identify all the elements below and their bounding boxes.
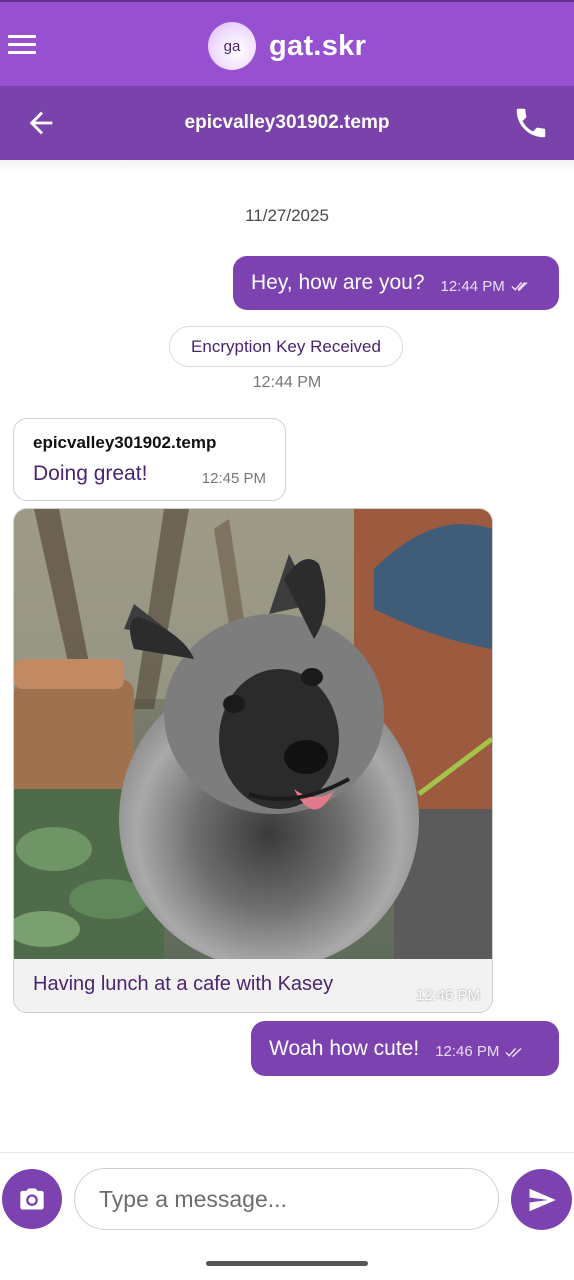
- sender-name: epicvalley301902.temp: [33, 433, 217, 452]
- app-bar: ga gat.skr: [0, 0, 574, 86]
- conversation-header: epicvalley301902.temp: [0, 86, 574, 160]
- incoming-message[interactable]: epicvalley301902.temp Doing great! 12:45…: [13, 418, 286, 501]
- menu-icon[interactable]: [8, 32, 36, 56]
- message-time: 12:44 PM: [440, 277, 505, 295]
- message-time: 12:46 PM: [435, 1043, 500, 1060]
- double-check-icon: [511, 281, 528, 292]
- double-check-icon: [505, 1047, 522, 1057]
- image-message[interactable]: Having lunch at a cafe with Kasey 12:46 …: [13, 508, 493, 1013]
- image-caption: Having lunch at a cafe with Kasey: [33, 973, 334, 995]
- send-button[interactable]: [511, 1169, 572, 1230]
- app-brand: ga gat.skr: [208, 22, 366, 70]
- home-indicator[interactable]: [206, 1261, 368, 1266]
- composer-divider: [0, 1152, 574, 1153]
- phone-icon[interactable]: [512, 104, 550, 142]
- message-text: Doing great!: [33, 462, 148, 485]
- system-message: Encryption Key Received: [169, 326, 403, 367]
- camera-button[interactable]: [2, 1169, 62, 1229]
- app-name: gat.skr: [269, 29, 367, 62]
- message-input[interactable]: [74, 1168, 499, 1230]
- message-time: 12:46 PM: [415, 987, 480, 1004]
- message-text: Woah how cute!: [269, 1036, 420, 1060]
- outgoing-message[interactable]: Woah how cute! 12:46 PM: [251, 1021, 559, 1076]
- avatar[interactable]: ga: [208, 22, 256, 70]
- message-text: Hey, how are you?: [251, 271, 425, 294]
- message-time: 12:45 PM: [201, 470, 266, 487]
- date-separator: 11/27/2025: [245, 206, 329, 225]
- camera-icon: [20, 1188, 44, 1210]
- conversation-title: epicvalley301902.temp: [184, 112, 390, 133]
- system-message-time: 12:44 PM: [252, 374, 322, 391]
- send-icon: [529, 1188, 556, 1211]
- header-shadow: [0, 160, 574, 174]
- outgoing-message[interactable]: Hey, how are you? 12:44 PM: [233, 256, 559, 310]
- dog-photo[interactable]: [14, 509, 493, 959]
